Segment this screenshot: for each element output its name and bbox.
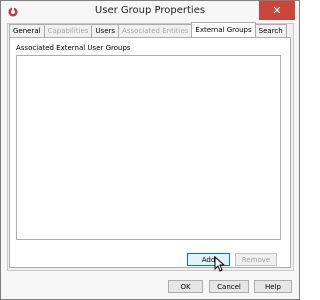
tab-general[interactable]: General xyxy=(9,24,45,37)
close-button[interactable]: ✕ xyxy=(259,1,295,20)
help-button[interactable]: Help xyxy=(254,280,292,293)
section-label: Associated External User Groups xyxy=(16,44,131,52)
tab-users[interactable]: Users xyxy=(91,24,120,37)
ok-button[interactable]: OK xyxy=(168,280,203,293)
tab-capabilities[interactable]: Capabilities xyxy=(43,24,93,37)
external-groups-list[interactable] xyxy=(16,55,281,240)
dialog-window: User Group Properties ✕ General Capabili… xyxy=(0,0,300,300)
remove-button[interactable]: Remove xyxy=(235,253,277,266)
tab-external-groups[interactable]: External Groups xyxy=(191,22,256,37)
external-groups-panel: Associated External User Groups xyxy=(9,37,291,268)
cancel-button[interactable]: Cancel xyxy=(209,280,249,293)
title-bar[interactable]: User Group Properties ✕ xyxy=(1,1,299,23)
tab-search[interactable]: Search xyxy=(254,24,287,37)
tab-strip: General Capabilities Users Associated En… xyxy=(9,22,287,37)
close-icon: ✕ xyxy=(272,4,282,17)
tab-associated-entities[interactable]: Associated Entities xyxy=(118,24,193,37)
pointer-cursor-icon xyxy=(214,255,227,272)
window-title: User Group Properties xyxy=(94,5,206,16)
